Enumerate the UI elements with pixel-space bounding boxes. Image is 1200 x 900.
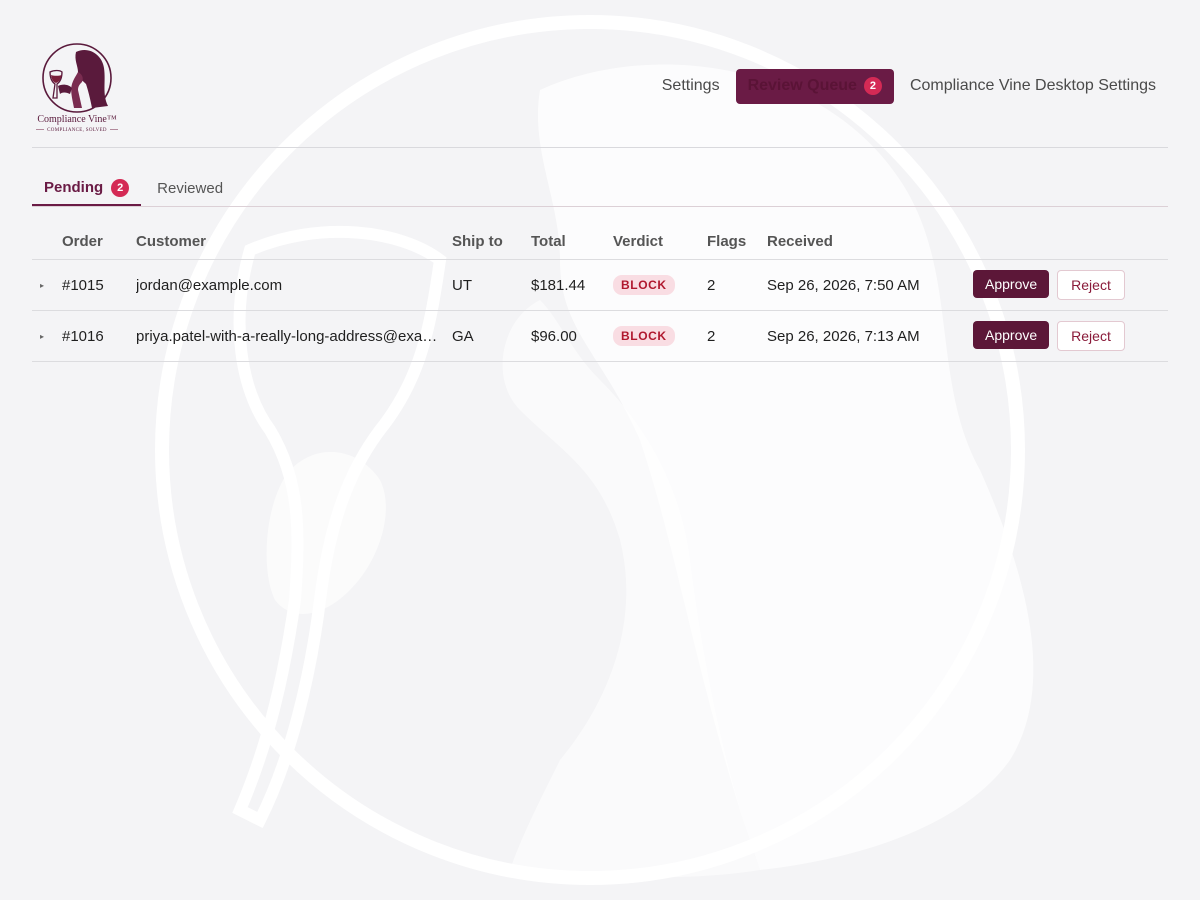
nav-review-queue[interactable]: Review Queue 2 bbox=[735, 68, 894, 104]
order-total: $96.00 bbox=[531, 327, 577, 345]
brand-tagline: COMPLIANCE, SOLVED bbox=[32, 128, 122, 133]
order-number: #1015 bbox=[62, 276, 104, 294]
header-received: Received bbox=[767, 233, 833, 250]
received-time: Sep 26, 2026, 7:50 AM bbox=[767, 276, 920, 294]
reject-button[interactable]: Reject bbox=[1057, 270, 1125, 300]
verdict-badge: BLOCK bbox=[613, 326, 675, 346]
customer-email: jordan@example.com bbox=[136, 276, 283, 294]
pending-count-badge: 2 bbox=[111, 179, 130, 197]
approve-button[interactable]: Approve bbox=[973, 270, 1050, 298]
order-total: $181.44 bbox=[531, 276, 586, 294]
row-actions: Approve Reject bbox=[973, 270, 1168, 300]
expand-row-icon[interactable]: ▸ bbox=[32, 281, 62, 290]
flags-count: 2 bbox=[707, 276, 716, 294]
brand-name: Compliance Vine™ bbox=[37, 114, 117, 125]
verdict-badge: BLOCK bbox=[613, 275, 675, 295]
customer-email: priya.patel-with-a-really-long-address@e… bbox=[136, 327, 452, 345]
received-time: Sep 26, 2026, 7:13 AM bbox=[767, 327, 920, 345]
app-root: Compliance Vine™ COMPLIANCE, SOLVED Sett… bbox=[0, 0, 1200, 900]
row-actions: Approve Reject bbox=[973, 321, 1168, 351]
flags-count: 2 bbox=[707, 327, 716, 345]
verdict-cell: BLOCK bbox=[613, 326, 707, 346]
header-flags: Flags bbox=[707, 233, 747, 250]
nav-desktop-settings[interactable]: Compliance Vine Desktop Settings bbox=[898, 68, 1168, 104]
approve-button[interactable]: Approve bbox=[973, 321, 1050, 349]
review-queue-count-badge: 2 bbox=[863, 77, 882, 95]
tab-pending-label: Pending bbox=[44, 179, 104, 196]
reject-button[interactable]: Reject bbox=[1057, 321, 1125, 351]
tab-reviewed-label: Reviewed bbox=[157, 180, 224, 197]
orders-table: Order Customer Ship to Total Verdict Fla… bbox=[32, 224, 1168, 362]
top-nav: Settings Review Queue 2 Compliance Vine … bbox=[650, 68, 1168, 104]
header-order: Order bbox=[62, 233, 103, 250]
table-header: Order Customer Ship to Total Verdict Fla… bbox=[32, 224, 1168, 260]
header: Compliance Vine™ COMPLIANCE, SOLVED Sett… bbox=[32, 36, 1168, 148]
header-verdict: Verdict bbox=[613, 233, 664, 250]
header-customer: Customer bbox=[136, 233, 207, 250]
nav-review-queue-label: Review Queue bbox=[747, 77, 857, 94]
table-row: ▸ #1016 priya.patel-with-a-really-long-a… bbox=[32, 311, 1168, 362]
tab-pending[interactable]: Pending 2 bbox=[32, 172, 142, 206]
header-total: Total bbox=[531, 233, 566, 250]
ship-to-state: UT bbox=[452, 276, 472, 294]
tab-reviewed[interactable]: Reviewed bbox=[145, 172, 235, 206]
expand-row-icon[interactable]: ▸ bbox=[32, 332, 62, 341]
ship-to-state: GA bbox=[452, 327, 474, 345]
verdict-cell: BLOCK bbox=[613, 275, 707, 295]
nav-settings[interactable]: Settings bbox=[650, 68, 732, 104]
header-ship-to: Ship to bbox=[452, 233, 503, 250]
queue-tabs: Pending 2 Reviewed bbox=[32, 172, 1168, 207]
table-row: ▸ #1015 jordan@example.com UT $181.44 BL… bbox=[32, 260, 1168, 311]
order-number: #1016 bbox=[62, 327, 104, 345]
